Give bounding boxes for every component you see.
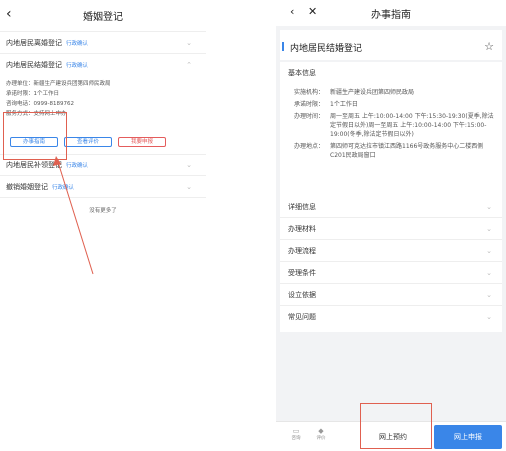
title-card: 内地居民结婚登记 ☆ [280, 30, 502, 60]
annotation-highlight-box [360, 403, 432, 449]
annotation-arrowhead-left [53, 156, 61, 166]
chevron-down-icon: ⌄ [486, 290, 492, 299]
chat-icon: ▭ [292, 427, 300, 435]
sections-card: 详细信息 ⌄ 办理材料 ⌄ 办理流程 ⌄ 受理条件 ⌄ 设立依据 ⌄ 常见问题 ⌄ [280, 196, 502, 332]
info-row-agency: 实施机构： 新疆生产建设兵团第四师民政局 [294, 89, 415, 96]
annotation-arrow-line-left [57, 161, 94, 275]
info-row-hours: 办理时间： 周一至周五 上午:10:00-14:00 下午:15:30-19:3… [294, 113, 494, 138]
section-detail-info[interactable]: 详细信息 ⌄ [280, 196, 502, 218]
content-area: 内地居民结婚登记 ☆ 基本信息 实施机构： 新疆生产建设兵团第四师民政局 承诺时… [276, 26, 506, 421]
basic-info-heading: 基本信息 [288, 69, 316, 77]
thumb-icon: ◆ [318, 427, 324, 435]
chevron-left-icon[interactable]: ‹ [290, 5, 294, 18]
chevron-down-icon: ⌄ [486, 246, 492, 255]
basic-info-card: 基本信息 实施机构： 新疆生产建设兵团第四师民政局 承诺时限： 1个工作日 办理… [280, 62, 502, 200]
chevron-down-icon: ⌄ [486, 224, 492, 233]
info-row-time-limit: 承诺时限： 1个工作日 [294, 101, 358, 108]
favorite-star-icon[interactable]: ☆ [484, 40, 494, 53]
section-faq[interactable]: 常见问题 ⌄ [280, 306, 502, 328]
top-bar: ‹ ✕ 办事指南 [276, 0, 506, 26]
section-conditions[interactable]: 受理条件 ⌄ [280, 262, 502, 284]
evaluate-button[interactable]: ◆ 评价 [311, 427, 331, 441]
chevron-down-icon: ⌄ [486, 202, 492, 211]
section-basis[interactable]: 设立依据 ⌄ [280, 284, 502, 306]
online-apply-button[interactable]: 网上申报 [434, 425, 502, 449]
info-row-location: 办理地点： 第四师可克达拉市镇江西路1166号政务服务中心二楼西侧C201民政局… [294, 143, 484, 159]
service-guide-screen: ‹ ✕ 办事指南 内地居民结婚登记 ☆ 基本信息 实施机构： 新疆生产建设兵团第… [276, 0, 506, 451]
chevron-down-icon: ⌄ [486, 313, 492, 321]
chevron-down-icon: ⌄ [486, 268, 492, 277]
section-process[interactable]: 办理流程 ⌄ [280, 240, 502, 262]
item-title: 内地居民结婚登记 [280, 41, 502, 54]
consult-button[interactable]: ▭ 咨询 [286, 427, 306, 441]
section-materials[interactable]: 办理材料 ⌄ [280, 218, 502, 240]
close-icon[interactable]: ✕ [308, 5, 317, 18]
